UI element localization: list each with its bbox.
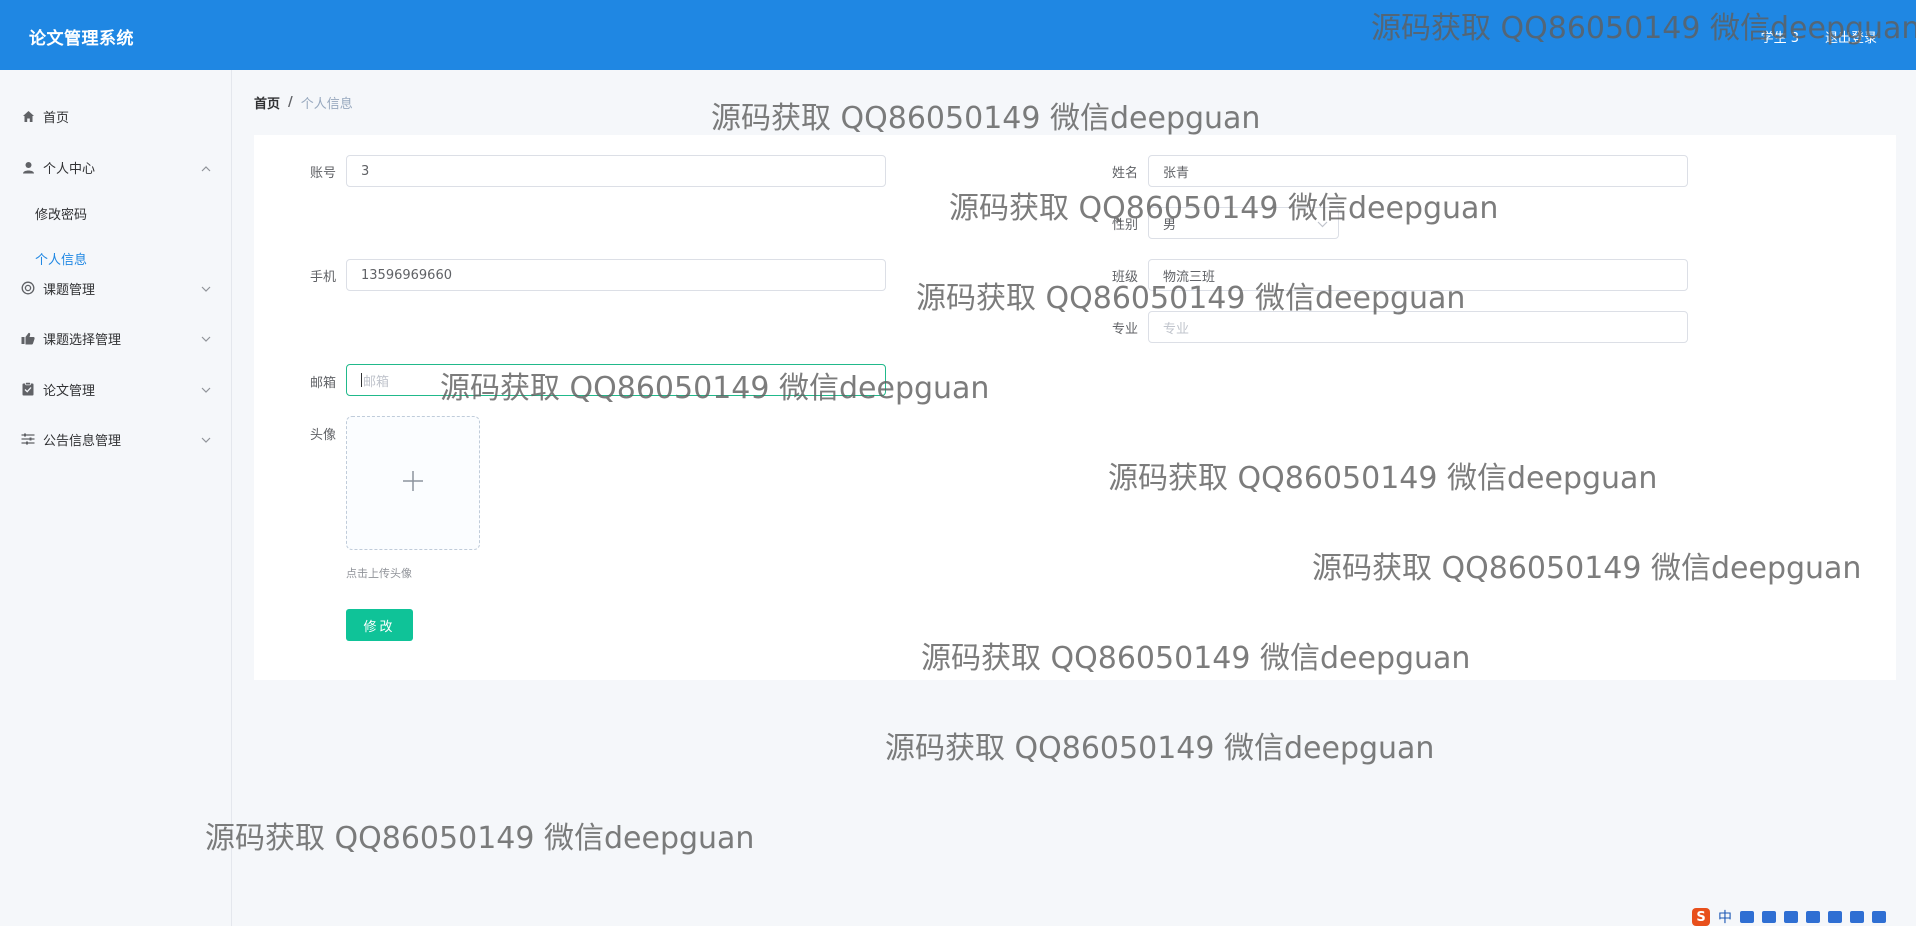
paper-icon <box>21 382 35 396</box>
topic-icon <box>21 281 35 295</box>
sidebar-item-label: 论文管理 <box>43 383 96 399</box>
keyboard-icon[interactable] <box>1806 911 1820 923</box>
breadcrumb-current: 个人信息 <box>300 97 353 112</box>
emoji-icon[interactable] <box>1762 911 1776 923</box>
sidebar-item-topic-selection[interactable]: 课题选择管理 <box>0 318 231 358</box>
avatar-label: 头像 <box>309 428 336 443</box>
breadcrumb-separator: / <box>288 95 293 110</box>
sidebar-item-paper-management[interactable]: 论文管理 <box>0 369 231 409</box>
sidebar-item-label: 首页 <box>43 110 70 126</box>
account-field[interactable]: 3 <box>346 155 886 187</box>
sidebar-item-personal-center[interactable]: 个人中心 <box>0 147 231 187</box>
ime-logo-icon: S <box>1692 908 1710 926</box>
watermark-text: 源码获取 QQ86050149 微信deepguan <box>885 731 1435 766</box>
sidebar: 首页 个人中心 修改密码 个人信息 课题管理 课题选择管理 论文管理 公告信息管… <box>0 70 232 926</box>
toolbox-icon[interactable] <box>1850 911 1864 923</box>
notice-icon <box>21 432 35 446</box>
avatar-upload-tip: 点击上传头像 <box>346 567 412 580</box>
menu-grid-icon[interactable] <box>1872 911 1886 923</box>
user-icon <box>21 160 35 174</box>
phone-label: 手机 <box>309 270 336 285</box>
skin-icon[interactable] <box>1828 911 1842 923</box>
gender-select[interactable]: 男 <box>1148 207 1339 239</box>
gender-selected-value: 男 <box>1163 217 1177 233</box>
sidebar-item-home[interactable]: 首页 <box>0 96 231 136</box>
chevron-down-icon <box>1317 217 1328 232</box>
microphone-icon[interactable] <box>1784 911 1798 923</box>
class-label: 班级 <box>1111 270 1138 285</box>
sidebar-item-label: 公告信息管理 <box>43 433 122 449</box>
logout-link[interactable]: 退出登录 <box>1825 27 1877 46</box>
app-title: 论文管理系统 <box>29 29 134 49</box>
gender-label: 性别 <box>1111 218 1138 233</box>
breadcrumb: 首页 / 个人信息 <box>254 93 353 112</box>
chevron-up-icon <box>201 161 211 176</box>
home-icon <box>21 109 35 123</box>
watermark-text: 源码获取 QQ86050149 微信deepguan <box>711 101 1261 136</box>
account-label: 账号 <box>309 166 336 181</box>
sidebar-item-change-password[interactable]: 修改密码 <box>0 195 231 231</box>
submit-button[interactable]: 修改 <box>346 609 413 641</box>
punctuation-icon[interactable] <box>1740 911 1754 923</box>
major-field[interactable]: 专业 <box>1148 311 1688 343</box>
phone-field[interactable]: 13596969660 <box>346 259 886 291</box>
top-header: 论文管理系统 学生 3 退出登录 <box>0 0 1916 70</box>
name-label: 姓名 <box>1111 166 1138 181</box>
class-field[interactable]: 物流三班 <box>1148 259 1688 291</box>
text-caret <box>361 373 362 387</box>
sidebar-item-label: 课题选择管理 <box>43 332 122 348</box>
sidebar-item-label: 个人中心 <box>43 161 96 177</box>
major-label: 专业 <box>1111 322 1138 337</box>
chevron-down-icon <box>201 433 211 448</box>
email-label: 邮箱 <box>309 376 336 391</box>
sidebar-item-topic-management[interactable]: 课题管理 <box>0 268 231 308</box>
selection-icon <box>21 331 35 345</box>
watermark-text: 源码获取 QQ86050149 微信deepguan <box>205 821 755 856</box>
breadcrumb-home-link[interactable]: 首页 <box>254 93 280 112</box>
plus-icon <box>401 469 425 497</box>
profile-form-panel <box>254 135 1896 680</box>
chevron-down-icon <box>201 282 211 297</box>
email-field[interactable]: 邮箱 <box>346 364 886 396</box>
chevron-down-icon <box>201 383 211 398</box>
name-field[interactable]: 张青 <box>1148 155 1688 187</box>
chevron-down-icon <box>201 332 211 347</box>
avatar-upload[interactable] <box>346 416 480 550</box>
sidebar-item-label: 课题管理 <box>43 282 96 298</box>
ime-toolbar[interactable]: S 中 <box>1692 908 1886 926</box>
current-user-label: 学生 3 <box>1760 31 1799 46</box>
ime-language-indicator[interactable]: 中 <box>1718 907 1732 926</box>
email-placeholder: 邮箱 <box>363 374 390 390</box>
sidebar-item-notice-management[interactable]: 公告信息管理 <box>0 419 231 459</box>
